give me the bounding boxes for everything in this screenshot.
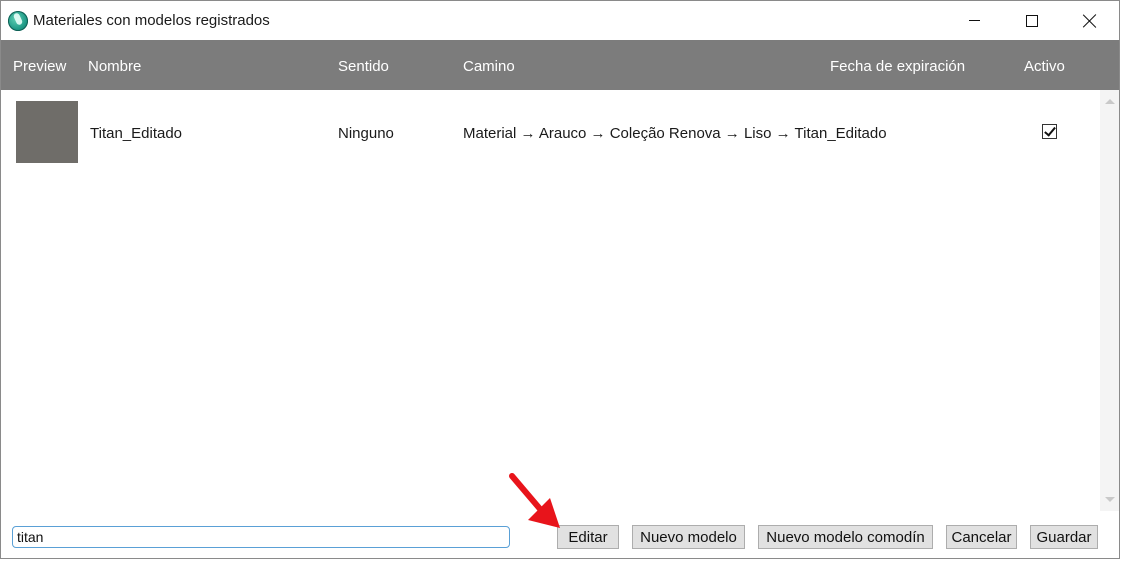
- column-header-nombre[interactable]: Nombre: [88, 58, 141, 75]
- material-preview-swatch: [16, 101, 78, 163]
- annotation-arrow-icon: [506, 470, 576, 536]
- table-header: Preview Nombre Sentido Camino Fecha de e…: [1, 40, 1119, 90]
- minimize-button[interactable]: [951, 1, 997, 40]
- materials-list: Titan_Editado Ninguno Material → Arauco …: [1, 90, 1099, 511]
- window-title: Materiales con modelos registrados: [33, 12, 270, 29]
- nuevo-modelo-button[interactable]: Nuevo modelo: [632, 525, 745, 549]
- title-bar[interactable]: Materiales con modelos registrados: [1, 1, 1119, 40]
- row-sentido: Ninguno: [338, 125, 394, 142]
- activo-checkbox[interactable]: [1042, 124, 1057, 139]
- scroll-up-arrow-icon[interactable]: [1105, 99, 1115, 104]
- column-header-preview[interactable]: Preview: [13, 58, 66, 75]
- column-header-activo[interactable]: Activo: [1024, 58, 1065, 75]
- table-row[interactable]: Titan_Editado Ninguno Material → Arauco …: [1, 90, 1099, 174]
- close-icon: [1083, 14, 1097, 28]
- nuevo-modelo-comodin-button[interactable]: Nuevo modelo comodín: [758, 525, 933, 549]
- guardar-button[interactable]: Guardar: [1030, 525, 1098, 549]
- cancelar-button[interactable]: Cancelar: [946, 525, 1017, 549]
- scroll-down-arrow-icon[interactable]: [1105, 497, 1115, 502]
- column-header-sentido[interactable]: Sentido: [338, 58, 389, 75]
- minimize-icon: [969, 20, 980, 21]
- maximize-icon: [1026, 15, 1038, 27]
- column-header-camino[interactable]: Camino: [463, 58, 515, 75]
- column-header-fecha-expiracion[interactable]: Fecha de expiración: [830, 58, 965, 75]
- row-nombre: Titan_Editado: [90, 125, 182, 142]
- vertical-scrollbar[interactable]: [1100, 90, 1119, 511]
- maximize-button[interactable]: [1009, 1, 1055, 40]
- row-camino: Material → Arauco → Coleção Renova → Lis…: [463, 125, 887, 142]
- close-button[interactable]: [1067, 1, 1113, 40]
- app-globe-icon: [8, 11, 28, 31]
- search-input[interactable]: [12, 526, 510, 548]
